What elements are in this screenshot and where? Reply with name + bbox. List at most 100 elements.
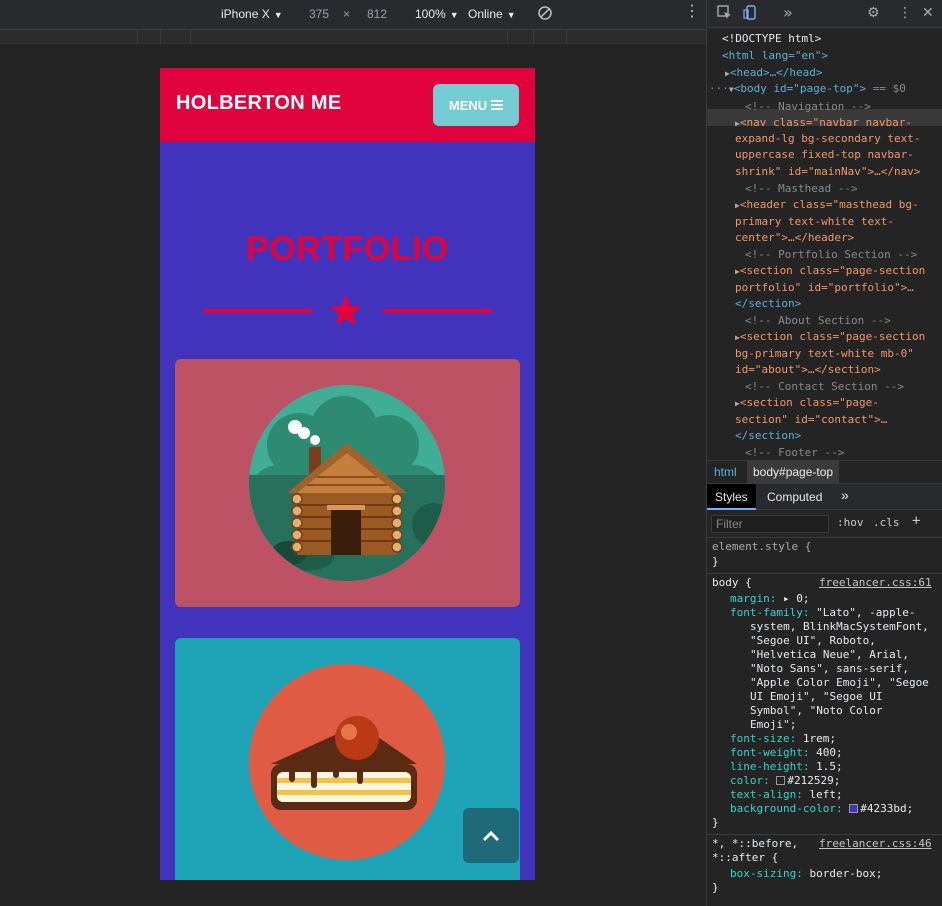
prop-name: box-sizing: (730, 867, 803, 880)
decl-color[interactable]: color: #212529; (730, 774, 840, 788)
width-input[interactable]: 375 (309, 7, 329, 21)
hov-button[interactable]: :hov (837, 516, 864, 529)
more-vertical-icon[interactable]: ⋮ (898, 5, 912, 21)
dom-comment[interactable]: <!-- Portfolio Section --> (745, 247, 917, 263)
dom-contact: <section class="page- (739, 396, 879, 409)
universal-rule-source-link[interactable]: freelancer.css:46 (819, 837, 932, 851)
prop-value: system, BlinkMacSystemFont, (750, 620, 929, 633)
decl-text-align[interactable]: text-align: left; (730, 788, 843, 802)
universal-rule-selector[interactable]: *, *::before, (712, 837, 798, 851)
zoom-select[interactable]: 100% ▼ (415, 7, 459, 21)
decl-margin[interactable]: margin: ▸ 0; (730, 592, 809, 606)
prop-value: "Segoe UI", Roboto, (750, 634, 876, 647)
chevron-down-icon: ▼ (273, 10, 283, 20)
decl-line-height[interactable]: line-height: 1.5; (730, 760, 843, 774)
dom-html[interactable]: <html lang="en"> (722, 48, 828, 64)
media-query-ruler (0, 30, 706, 44)
decl-font-family[interactable]: font-family: "Lato", -apple- (730, 606, 915, 620)
body-rule-selector[interactable]: body { (712, 576, 752, 590)
dom-portfolio-row[interactable]: ▶<section class="page-section (735, 263, 925, 280)
decl-background-color[interactable]: background-color: #4233bd; (730, 802, 913, 816)
close-icon[interactable]: ✕ (922, 5, 934, 21)
rotate-icon[interactable] (537, 5, 553, 24)
breadcrumb: html body#page-top (707, 460, 942, 484)
prop-value: left; (809, 788, 843, 801)
tab-computed[interactable]: Computed (759, 484, 830, 510)
dom-portfolio-cont: portfolio" id="portfolio">… (735, 281, 914, 294)
cls-button[interactable]: .cls (873, 516, 900, 529)
dom-contact-close: </section> (735, 429, 802, 442)
divider-line-right (383, 309, 493, 313)
scroll-to-top-button[interactable] (463, 808, 519, 863)
device-select[interactable]: iPhone X ▼ (221, 7, 283, 21)
dom-head-row[interactable]: ▶<head>…</head> (725, 65, 823, 82)
filter-input[interactable]: Filter (711, 515, 829, 533)
dom-comment[interactable]: <!-- Footer --> (745, 445, 844, 460)
hamburger-icon (491, 100, 504, 110)
section-title: PORTFOLIO (246, 230, 449, 268)
prop-name: font-weight: (730, 746, 810, 759)
dom-body: <body id="page-top"> (733, 82, 867, 95)
color-swatch[interactable] (776, 776, 786, 785)
rule-close: } (712, 881, 719, 894)
dom-nav-cont: expand-lg bg-secondary text- (735, 132, 921, 145)
color-swatch[interactable] (849, 804, 859, 813)
dom-header-row[interactable]: ▶<header class="masthead bg- (735, 197, 919, 214)
prop-value: 1.5; (816, 760, 843, 773)
rule-separator (707, 834, 942, 835)
dom-about-row[interactable]: ▶<section class="page-section (735, 329, 925, 346)
dom-portfolio-close: </section> (735, 297, 802, 310)
prop-name: font-family: (730, 606, 810, 619)
breadcrumb-body[interactable]: body#page-top (747, 461, 840, 483)
new-rule-button[interactable]: + (912, 513, 920, 529)
dom-comment[interactable]: <!-- About Section --> (745, 313, 891, 329)
portfolio-item-cabin[interactable] (175, 359, 520, 607)
rule-separator (707, 573, 942, 574)
emulated-page: HOLBERTON ME MENU PORTFOLIO (160, 68, 535, 880)
rule-close: } (712, 816, 719, 829)
decl-font-weight[interactable]: font-weight: 400; (730, 746, 843, 760)
device-name: iPhone X (221, 7, 270, 21)
dom-comment[interactable]: <!-- Contact Section --> (745, 379, 904, 395)
dom-contact-row[interactable]: ▶<section class="page- (735, 395, 879, 412)
inspect-element-icon[interactable] (717, 5, 732, 24)
dom-contact-cont: section" id="contact">… (735, 413, 888, 426)
prop-value: Emoji"; (750, 718, 797, 731)
body-rule-source-link[interactable]: freelancer.css:61 (819, 576, 932, 590)
dom-about: <section class="page-section (739, 330, 926, 343)
more-tabs-icon[interactable]: » (833, 484, 857, 510)
network-select[interactable]: Online ▼ (468, 7, 516, 21)
decl-box-sizing[interactable]: box-sizing: border-box; (730, 867, 882, 881)
dom-comment[interactable]: <!-- Navigation --> (745, 99, 871, 115)
gear-icon[interactable]: ⚙ (867, 5, 880, 21)
more-vertical-icon[interactable]: ⋮ (684, 4, 700, 20)
universal-rule-selector-cont: *::after { (712, 851, 779, 864)
devtools-panel: » ⚙ ⋮ ✕ <!DOCTYPE html> <html lang="en">… (706, 0, 942, 906)
prop-value: 400; (816, 746, 843, 759)
menu-button[interactable]: MENU (433, 84, 519, 126)
breadcrumb-html[interactable]: html (714, 465, 737, 479)
menu-label: MENU (448, 97, 488, 113)
prop-value: #212529; (787, 774, 841, 787)
prop-value: border-box; (809, 867, 883, 880)
dom-comment[interactable]: <!-- Masthead --> (745, 181, 858, 197)
dom-doctype[interactable]: <!DOCTYPE html> (722, 31, 821, 47)
navbar: HOLBERTON ME MENU (160, 68, 535, 142)
tab-styles[interactable]: Styles (707, 484, 756, 510)
navbar-brand[interactable]: HOLBERTON ME (176, 92, 341, 115)
element-style-selector[interactable]: element.style { (712, 540, 811, 554)
dom-portfolio: <section class="page-section (739, 264, 926, 277)
dom-nav-row[interactable]: ▶<nav class="navbar navbar- (735, 115, 912, 132)
prop-value: "Lato", -apple- (816, 606, 916, 619)
more-tabs-icon[interactable]: » (783, 3, 793, 22)
chevron-down-icon: ▼ (449, 10, 459, 20)
prop-value: "Apple Color Emoji", "Segoe (750, 676, 929, 689)
dom-head: <head>…</head> (729, 66, 823, 79)
times-separator: × (343, 7, 351, 21)
dom-nav-cont: uppercase fixed-top navbar- (735, 148, 914, 161)
device-toggle-icon[interactable] (743, 5, 758, 24)
decl-font-size[interactable]: font-size: 1rem; (730, 732, 836, 746)
devtools-toolbar: » ⚙ ⋮ ✕ (707, 0, 942, 28)
height-input[interactable]: 812 (367, 7, 387, 21)
dom-body-row[interactable]: ···▼<body id="page-top"> == $0 (709, 81, 906, 98)
